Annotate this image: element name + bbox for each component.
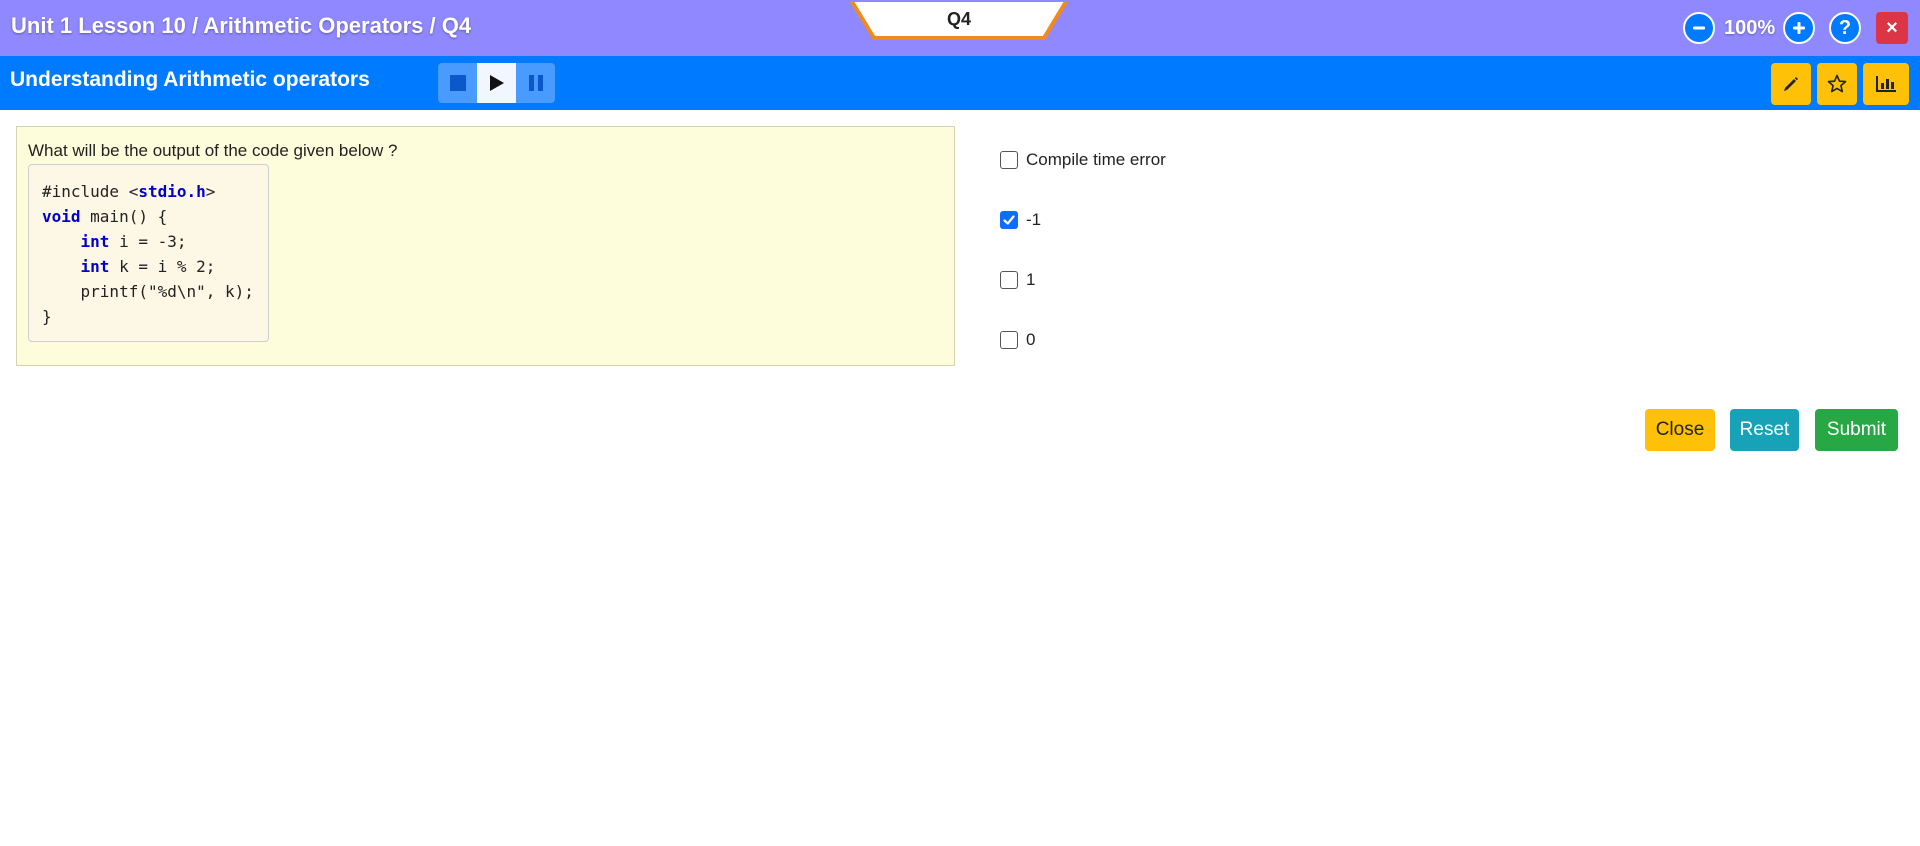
question-prompt: What will be the output of the code give… (28, 141, 398, 160)
plus-icon (1793, 22, 1805, 34)
code-line: printf("%d\n", k); (42, 282, 254, 301)
pause-button[interactable] (516, 63, 555, 103)
zoom-in-button[interactable] (1783, 12, 1815, 44)
code-line: int i = -3; (80, 232, 187, 251)
code-line: int k = i % 2; (80, 257, 216, 276)
code-block: #include <stdio.h> void main() { int i =… (28, 164, 269, 342)
pause-icon (528, 75, 543, 91)
code-line: void main() { (42, 207, 168, 226)
zoom-level: 100% (1724, 17, 1776, 39)
checkmark-icon (1003, 215, 1015, 225)
bar-chart-icon (1876, 76, 1896, 92)
play-icon (489, 75, 504, 91)
minus-icon (1693, 26, 1705, 30)
option-label: 1 (1026, 270, 1036, 289)
breadcrumb: Unit 1 Lesson 10 / Arithmetic Operators … (11, 13, 472, 38)
option-checkbox[interactable] (1000, 211, 1018, 229)
lesson-title: Understanding Arithmetic operators (10, 68, 370, 91)
option-minus-one[interactable]: -1 (1000, 210, 1041, 230)
reset-button[interactable]: Reset (1730, 409, 1799, 451)
pencil-icon (1784, 77, 1798, 91)
option-zero[interactable]: 0 (1000, 330, 1035, 350)
stats-button[interactable] (1863, 63, 1909, 105)
zoom-out-button[interactable] (1683, 12, 1715, 44)
media-controls (438, 63, 555, 103)
lesson-bar: Understanding Arithmetic operators (0, 56, 1920, 110)
question-mark-icon: ? (1838, 17, 1852, 39)
play-button[interactable] (477, 63, 516, 103)
question-panel: What will be the output of the code give… (16, 126, 955, 366)
close-icon: × (1886, 16, 1898, 39)
close-button[interactable]: Close (1645, 409, 1715, 451)
question-tab: Q4 (850, 0, 1068, 42)
option-compile-time-error[interactable]: Compile time error (1000, 150, 1166, 170)
stop-button[interactable] (438, 63, 477, 103)
star-icon (1827, 74, 1847, 93)
option-label: -1 (1026, 210, 1042, 229)
star-button[interactable] (1817, 63, 1857, 105)
option-label: 0 (1026, 330, 1036, 349)
option-checkbox[interactable] (1000, 331, 1018, 349)
help-button[interactable]: ? (1829, 12, 1861, 44)
title-bar: Unit 1 Lesson 10 / Arithmetic Operators … (0, 0, 1920, 56)
question-tab-label: Q4 (946, 9, 971, 29)
option-one[interactable]: 1 (1000, 270, 1035, 290)
stop-icon (449, 75, 466, 91)
option-label: Compile time error (1026, 150, 1166, 169)
option-checkbox[interactable] (1000, 271, 1018, 289)
code-line: #include <stdio.h> (42, 182, 216, 201)
code-line: } (42, 307, 52, 326)
submit-button[interactable]: Submit (1815, 409, 1898, 451)
pencil-button[interactable] (1771, 63, 1811, 105)
close-window-button[interactable]: × (1876, 12, 1908, 44)
option-checkbox[interactable] (1000, 151, 1018, 169)
